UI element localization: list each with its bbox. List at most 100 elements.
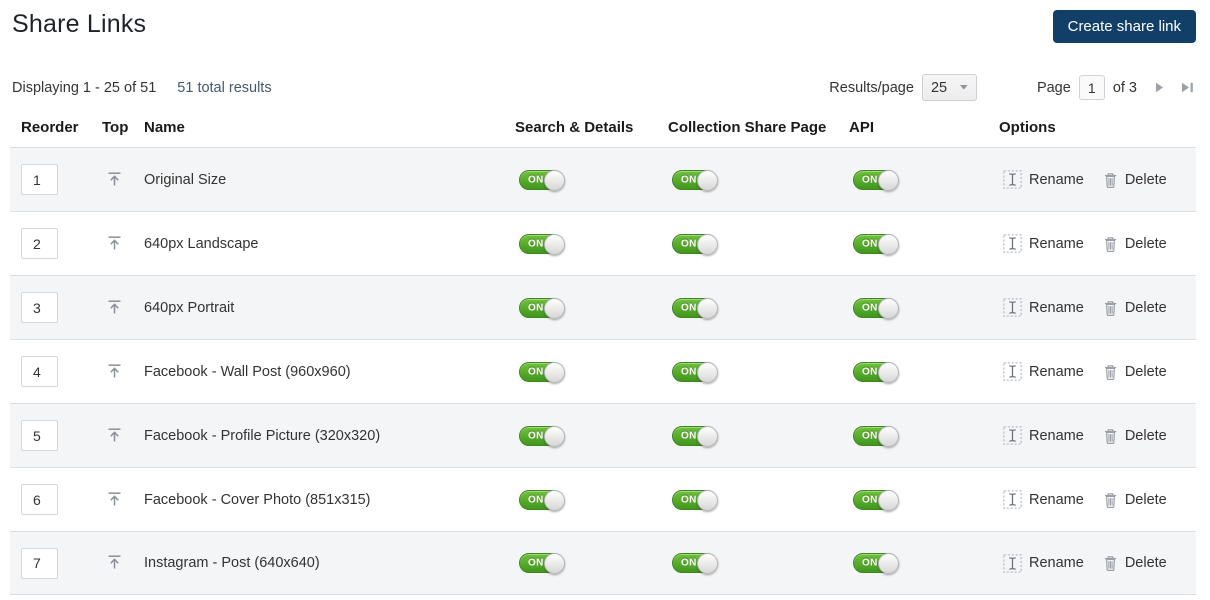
collection-share-page-toggle[interactable]: ON [672, 297, 718, 319]
rename-button[interactable]: Rename [1003, 170, 1084, 189]
toggle-knob [544, 233, 565, 255]
collection-share-page-toggle[interactable]: ON [672, 233, 718, 255]
reorder-input[interactable] [21, 484, 58, 515]
api-toggle[interactable]: ON [853, 233, 899, 255]
toggle-knob [697, 425, 718, 447]
api-toggle[interactable]: ON [853, 425, 899, 447]
collection-share-page-toggle[interactable]: ON [672, 361, 718, 383]
toggle-knob [544, 361, 565, 383]
delete-label: Delete [1124, 491, 1167, 508]
search-details-toggle[interactable]: ON [519, 169, 565, 191]
toggle-state-label: ON [681, 237, 697, 249]
delete-button[interactable]: Delete [1103, 491, 1167, 509]
toggle-state-label: ON [681, 173, 697, 185]
share-link-name: Facebook - Profile Picture (320x320) [144, 427, 381, 444]
move-to-top-button[interactable] [103, 168, 126, 190]
current-page-input[interactable] [1078, 75, 1105, 100]
delete-button[interactable]: Delete [1103, 554, 1167, 572]
trash-icon [1104, 556, 1116, 572]
api-toggle[interactable]: ON [853, 361, 899, 383]
toggle-state-label: ON [862, 493, 878, 505]
trash-icon [1104, 492, 1116, 508]
api-toggle[interactable]: ON [853, 169, 899, 191]
rename-icon [1003, 362, 1022, 381]
delete-button[interactable]: Delete [1103, 235, 1167, 253]
reorder-input[interactable] [21, 547, 58, 579]
create-share-link-button[interactable]: Create share link [1052, 10, 1196, 43]
table-body: Original Size ON ON ON [10, 147, 1196, 595]
move-to-top-icon [108, 171, 121, 185]
collection-share-page-toggle[interactable]: ON [672, 489, 718, 511]
share-link-name: Facebook - Wall Post (960x960) [144, 363, 351, 380]
next-page-button[interactable] [1153, 80, 1166, 95]
delete-button[interactable]: Delete [1103, 171, 1167, 189]
reorder-input[interactable] [21, 164, 58, 195]
toggle-state-label: ON [528, 429, 544, 441]
toggle-state-label: ON [528, 173, 544, 185]
collection-share-page-toggle[interactable]: ON [672, 553, 718, 574]
api-toggle[interactable]: ON [853, 489, 899, 511]
search-details-toggle[interactable]: ON [519, 425, 565, 447]
toggle-knob [544, 297, 565, 319]
share-link-name: 640px Landscape [144, 235, 259, 252]
rename-button[interactable]: Rename [1003, 426, 1084, 445]
search-details-toggle[interactable]: ON [519, 489, 565, 511]
toggle-knob [697, 361, 718, 383]
move-to-top-icon [108, 427, 121, 441]
search-details-toggle[interactable]: ON [519, 297, 565, 319]
search-details-toggle[interactable]: ON [519, 553, 565, 574]
toggle-knob [878, 425, 899, 447]
last-page-button[interactable] [1180, 80, 1196, 95]
toggle-state-label: ON [681, 493, 697, 505]
rename-icon [1003, 170, 1022, 189]
table-row: 640px Landscape ON ON ON [10, 211, 1196, 275]
toggle-knob [878, 553, 899, 574]
move-to-top-button[interactable] [103, 360, 126, 382]
page-title: Share Links [12, 10, 147, 38]
reorder-input[interactable] [21, 420, 58, 451]
toggle-state-label: ON [681, 365, 697, 377]
move-to-top-button[interactable] [103, 488, 126, 510]
move-to-top-button[interactable] [103, 232, 126, 254]
page-count-text: of 3 [1112, 79, 1137, 96]
api-toggle[interactable]: ON [853, 553, 899, 574]
toggle-state-label: ON [528, 557, 544, 569]
rename-button[interactable]: Rename [1003, 234, 1084, 253]
reorder-input[interactable] [21, 292, 58, 323]
delete-button[interactable]: Delete [1103, 427, 1167, 445]
chevron-down-icon [959, 85, 968, 90]
toggle-knob [697, 169, 718, 191]
rename-button[interactable]: Rename [1003, 553, 1084, 573]
rename-icon [1003, 234, 1022, 253]
toggle-knob [697, 489, 718, 511]
total-results-link[interactable]: 51 total results [177, 80, 271, 96]
reorder-input[interactable] [21, 356, 58, 387]
toggle-knob [697, 233, 718, 255]
toggle-state-label: ON [681, 301, 697, 313]
search-details-toggle[interactable]: ON [519, 233, 565, 255]
api-toggle[interactable]: ON [853, 297, 899, 319]
trash-icon [1104, 300, 1116, 316]
move-to-top-button[interactable] [103, 296, 126, 318]
rename-label: Rename [1029, 555, 1084, 571]
toggle-knob [544, 489, 565, 511]
collection-share-page-toggle[interactable]: ON [672, 169, 718, 191]
rename-button[interactable]: Rename [1003, 362, 1084, 381]
rename-button[interactable]: Rename [1003, 490, 1084, 509]
share-link-name: 640px Portrait [144, 299, 235, 316]
move-to-top-button[interactable] [103, 424, 126, 446]
toggle-state-label: ON [862, 301, 878, 313]
delete-button[interactable]: Delete [1103, 363, 1167, 381]
rename-icon [1003, 490, 1022, 509]
delete-button[interactable]: Delete [1103, 299, 1167, 317]
move-to-top-icon [108, 491, 121, 505]
search-details-toggle[interactable]: ON [519, 361, 565, 383]
move-to-top-button[interactable] [103, 551, 126, 573]
table-row: Original Size ON ON ON [10, 147, 1196, 211]
rename-button[interactable]: Rename [1003, 298, 1084, 317]
collection-share-page-toggle[interactable]: ON [672, 425, 718, 447]
results-per-page-select[interactable]: 25 [921, 74, 977, 101]
list-controls: Displaying 1 - 25 of 51 51 total results… [0, 74, 1210, 101]
toggle-knob [878, 297, 899, 319]
reorder-input[interactable] [21, 228, 58, 259]
